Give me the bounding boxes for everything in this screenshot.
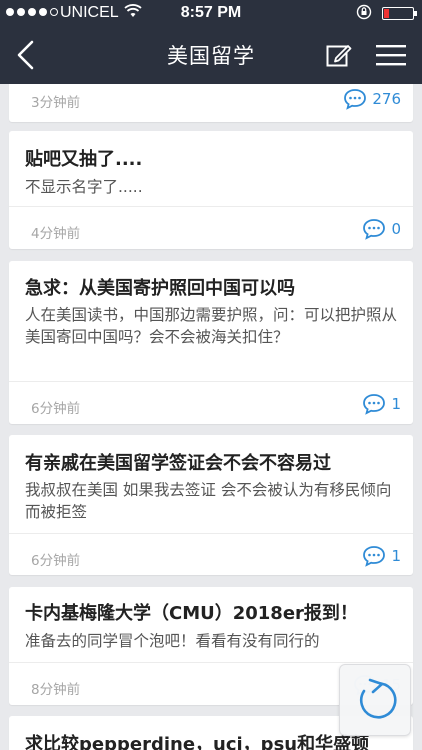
comment-icon bbox=[363, 546, 386, 567]
reply-count[interactable]: 0 bbox=[362, 218, 401, 240]
post-time: 6分钟前 bbox=[31, 553, 81, 569]
reply-count-value: 0 bbox=[391, 220, 401, 238]
comment-icon bbox=[344, 89, 367, 110]
post-title: 有亲戚在美国留学签证会不会不容易过 bbox=[25, 453, 331, 474]
compose-icon[interactable] bbox=[326, 42, 352, 68]
battery-low-icon bbox=[382, 7, 417, 20]
post-time: 6分钟前 bbox=[31, 401, 81, 417]
card-divider bbox=[9, 533, 413, 534]
card-divider bbox=[9, 662, 413, 663]
post-time: 3分钟前 bbox=[31, 95, 81, 111]
refresh-button[interactable] bbox=[339, 664, 411, 736]
status-bar: UNICEL 8:57 PM bbox=[0, 0, 422, 26]
post-body: 准备去的同学冒个泡吧！看看有没有同行的 bbox=[25, 632, 320, 650]
reply-count[interactable]: 1 bbox=[362, 545, 401, 567]
post-body: 人在美国读书，中国那边需要护照，问：可以把护照从美国寄回中国吗？会不会被海关扣住… bbox=[25, 306, 398, 346]
post-time: 8分钟前 bbox=[31, 682, 81, 698]
rotation-lock-icon bbox=[356, 4, 372, 20]
post-card[interactable]: 3分钟前 276 bbox=[9, 84, 413, 122]
hamburger-menu-icon[interactable] bbox=[376, 44, 406, 66]
refresh-icon bbox=[359, 678, 397, 719]
card-divider bbox=[9, 206, 413, 207]
page-title: 美国留学 bbox=[167, 44, 255, 68]
reply-count-value: 1 bbox=[391, 395, 401, 413]
post-card[interactable]: 有亲戚在美国留学签证会不会不容易过 我叔叔在美国 如果我去签证 会不会被认为有移… bbox=[9, 435, 413, 575]
post-body: 我叔叔在美国 如果我去签证 会不会被认为有移民倾向而被拒签 bbox=[25, 481, 392, 521]
comment-icon bbox=[363, 394, 386, 415]
post-time: 4分钟前 bbox=[31, 226, 81, 242]
reply-count-value: 1 bbox=[391, 547, 401, 565]
post-title: 急求：从美国寄护照回中国可以吗 bbox=[25, 278, 295, 299]
reply-count[interactable]: 276 bbox=[343, 88, 401, 110]
reply-count-value: 276 bbox=[372, 90, 401, 108]
post-card[interactable]: 贴吧又抽了.... 不显示名字了..... 4分钟前 0 bbox=[9, 131, 413, 249]
post-title: 贴吧又抽了.... bbox=[25, 149, 143, 170]
post-title: 卡内基梅隆大学（CMU）2018er报到！ bbox=[25, 603, 358, 624]
post-feed[interactable]: 3分钟前 276 贴吧又抽了.... 不显示名字了..... 4分钟前 0 急求… bbox=[0, 84, 422, 750]
reply-count[interactable]: 1 bbox=[362, 393, 401, 415]
card-divider bbox=[9, 381, 413, 382]
top-bar: UNICEL 8:57 PM 美国留学 bbox=[0, 0, 422, 84]
post-card[interactable]: 急求：从美国寄护照回中国可以吗 人在美国读书，中国那边需要护照，问：可以把护照从… bbox=[9, 261, 413, 424]
nav-bar: 美国留学 bbox=[0, 26, 422, 84]
comment-icon bbox=[363, 219, 386, 240]
post-body: 不显示名字了..... bbox=[25, 178, 143, 196]
